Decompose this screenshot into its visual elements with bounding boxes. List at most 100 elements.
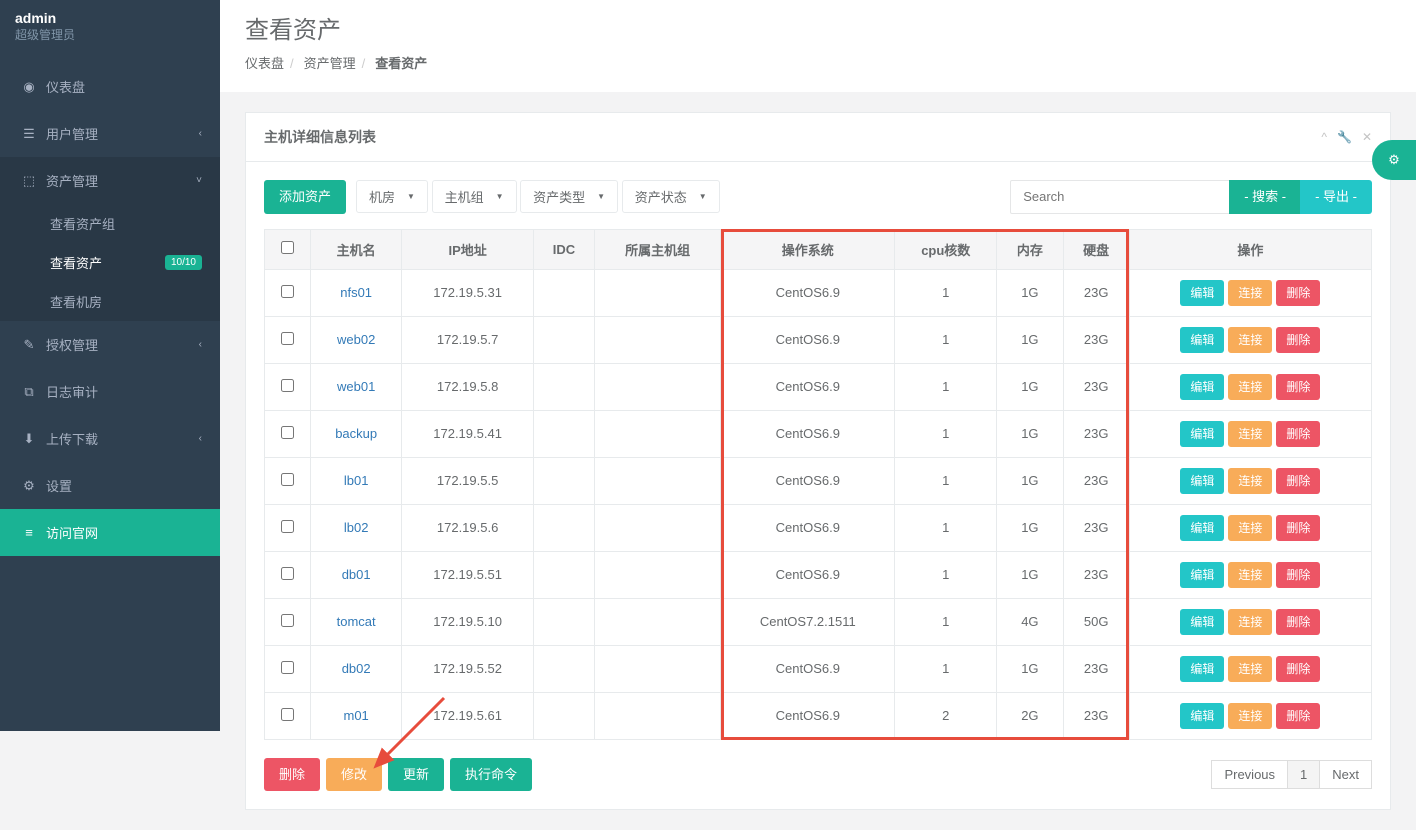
export-button[interactable]: - 导出 -	[1300, 180, 1372, 214]
settings-gear-float[interactable]: ⚙	[1372, 140, 1416, 180]
wrench-icon[interactable]: 🔧	[1337, 130, 1352, 144]
cell-group	[594, 457, 720, 504]
row-delete-button[interactable]: 删除	[1276, 609, 1320, 635]
hostname-link[interactable]: db01	[342, 567, 371, 582]
sidebar-item-资产管理[interactable]: ⬚资产管理˅	[4, 157, 220, 204]
sidebar-item-仪表盘[interactable]: ◉仪表盘	[4, 63, 220, 110]
sidebar-label: 授权管理	[46, 335, 98, 354]
row-connect-button[interactable]: 连接	[1228, 280, 1272, 306]
row-connect-button[interactable]: 连接	[1228, 468, 1272, 494]
row-checkbox[interactable]	[281, 520, 294, 533]
row-delete-button[interactable]: 删除	[1276, 374, 1320, 400]
filter-机房[interactable]: 机房	[356, 180, 428, 213]
row-edit-button[interactable]: 编辑	[1180, 421, 1224, 447]
sidebar-item-授权管理[interactable]: ✎授权管理‹	[4, 321, 220, 368]
row-edit-button[interactable]: 编辑	[1180, 280, 1224, 306]
row-edit-button[interactable]: 编辑	[1180, 609, 1224, 635]
row-connect-button[interactable]: 连接	[1228, 562, 1272, 588]
sidebar-item-用户管理[interactable]: ☰用户管理‹	[4, 110, 220, 157]
page-header: 查看资产 仪表盘资产管理查看资产	[220, 0, 1416, 92]
hostname-link[interactable]: nfs01	[340, 285, 372, 300]
row-checkbox[interactable]	[281, 473, 294, 486]
badge: 10/10	[165, 255, 202, 270]
select-all-checkbox[interactable]	[281, 241, 294, 254]
bulk-delete-button[interactable]: 删除	[264, 758, 320, 792]
bulk-modify-button[interactable]: 修改	[326, 758, 382, 792]
hostname-link[interactable]: db02	[342, 661, 371, 676]
breadcrumb-item[interactable]: 资产管理	[304, 53, 372, 72]
cell-os: CentOS6.9	[721, 692, 895, 739]
row-checkbox[interactable]	[281, 332, 294, 345]
row-delete-button[interactable]: 删除	[1276, 515, 1320, 541]
hostname-link[interactable]: web01	[337, 379, 375, 394]
close-icon[interactable]: ✕	[1362, 130, 1372, 144]
row-delete-button[interactable]: 删除	[1276, 703, 1320, 729]
page-prev[interactable]: Previous	[1211, 760, 1288, 789]
row-connect-button[interactable]: 连接	[1228, 327, 1272, 353]
sidebar-subitem-查看资产组[interactable]: 查看资产组	[4, 204, 220, 243]
row-checkbox[interactable]	[281, 379, 294, 392]
cell-disk: 23G	[1063, 551, 1129, 598]
row-delete-button[interactable]: 删除	[1276, 468, 1320, 494]
row-edit-button[interactable]: 编辑	[1180, 562, 1224, 588]
row-delete-button[interactable]: 删除	[1276, 421, 1320, 447]
hostname-link[interactable]: tomcat	[337, 614, 376, 629]
filter-资产状态[interactable]: 资产状态	[622, 180, 720, 213]
row-checkbox[interactable]	[281, 614, 294, 627]
sidebar-label: 设置	[46, 476, 72, 495]
row-checkbox[interactable]	[281, 708, 294, 721]
row-checkbox[interactable]	[281, 426, 294, 439]
sidebar-item-访问官网[interactable]: ≡访问官网	[4, 509, 220, 556]
cell-os: CentOS7.2.1511	[721, 598, 895, 645]
filter-主机组[interactable]: 主机组	[432, 180, 517, 213]
bulk-update-button[interactable]: 更新	[388, 758, 444, 792]
cell-cpu: 1	[895, 504, 997, 551]
col-header: cpu核数	[895, 229, 997, 269]
bulk-actions: 删除 修改 更新 执行命令	[264, 758, 532, 792]
row-edit-button[interactable]: 编辑	[1180, 703, 1224, 729]
cell-cpu: 1	[895, 645, 997, 692]
hostname-link[interactable]: m01	[344, 708, 369, 723]
row-connect-button[interactable]: 连接	[1228, 374, 1272, 400]
hostname-link[interactable]: lb01	[344, 473, 369, 488]
hostname-link[interactable]: backup	[335, 426, 377, 441]
row-edit-button[interactable]: 编辑	[1180, 327, 1224, 353]
row-delete-button[interactable]: 删除	[1276, 327, 1320, 353]
hostname-link[interactable]: lb02	[344, 520, 369, 535]
sidebar-item-日志审计[interactable]: ⧉日志审计	[4, 368, 220, 415]
sidebar-subitem-查看机房[interactable]: 查看机房	[4, 282, 220, 321]
sidebar-subitem-查看资产[interactable]: 查看资产10/10	[4, 243, 220, 282]
row-connect-button[interactable]: 连接	[1228, 515, 1272, 541]
bulk-exec-button[interactable]: 执行命令	[450, 758, 532, 792]
sidebar-label: 日志审计	[46, 382, 98, 401]
row-edit-button[interactable]: 编辑	[1180, 374, 1224, 400]
row-checkbox[interactable]	[281, 567, 294, 580]
search-input[interactable]	[1010, 180, 1230, 214]
filter-资产类型[interactable]: 资产类型	[520, 180, 618, 213]
page-1[interactable]: 1	[1287, 760, 1320, 789]
row-delete-button[interactable]: 删除	[1276, 280, 1320, 306]
row-edit-button[interactable]: 编辑	[1180, 656, 1224, 682]
sidebar-item-设置[interactable]: ⚙设置	[4, 462, 220, 509]
collapse-icon[interactable]: ^	[1321, 130, 1327, 144]
sidebar-item-上传下载[interactable]: ⬇上传下载‹	[4, 415, 220, 462]
cell-os: CentOS6.9	[721, 645, 895, 692]
row-checkbox[interactable]	[281, 285, 294, 298]
panel-body: 添加资产 机房 主机组 资产类型 资产状态 - 搜索 - - 导出 - 主机名I…	[246, 162, 1390, 809]
add-asset-button[interactable]: 添加资产	[264, 180, 346, 214]
col-header: 所属主机组	[594, 229, 720, 269]
row-delete-button[interactable]: 删除	[1276, 656, 1320, 682]
row-delete-button[interactable]: 删除	[1276, 562, 1320, 588]
row-connect-button[interactable]: 连接	[1228, 421, 1272, 447]
breadcrumb-item[interactable]: 仪表盘	[245, 53, 300, 72]
search-button[interactable]: - 搜索 -	[1229, 180, 1301, 214]
page-next[interactable]: Next	[1319, 760, 1372, 789]
row-edit-button[interactable]: 编辑	[1180, 468, 1224, 494]
row-edit-button[interactable]: 编辑	[1180, 515, 1224, 541]
row-connect-button[interactable]: 连接	[1228, 609, 1272, 635]
row-connect-button[interactable]: 连接	[1228, 703, 1272, 729]
row-checkbox[interactable]	[281, 661, 294, 674]
cell-mem: 2G	[997, 692, 1063, 739]
hostname-link[interactable]: web02	[337, 332, 375, 347]
row-connect-button[interactable]: 连接	[1228, 656, 1272, 682]
